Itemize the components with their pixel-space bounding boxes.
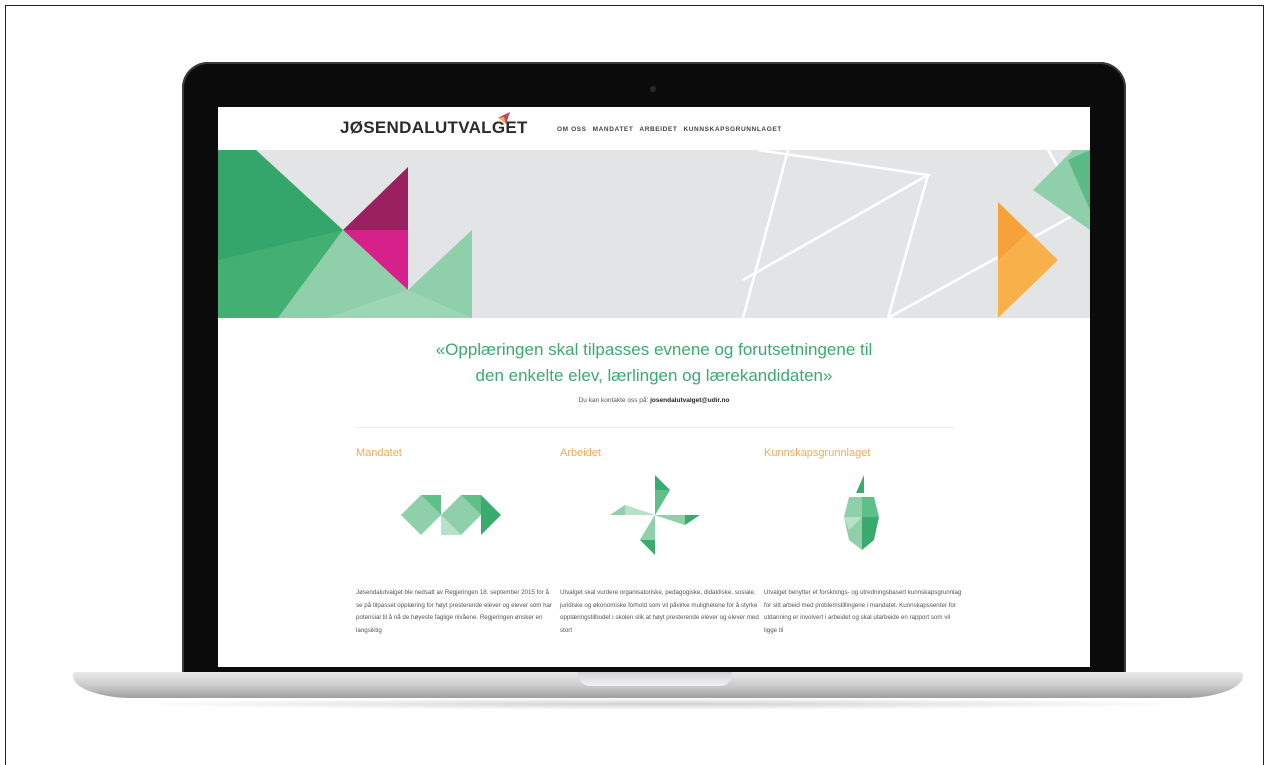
column-text-mandatet: Jøsendalutvalget ble nedsatt av Regjerin… [356, 589, 553, 634]
quote-line-1: «Opplæringen skal tilpasses evnene og fo… [435, 340, 873, 359]
hero-white-lines [741, 150, 1085, 318]
laptop-notch [578, 672, 732, 686]
laptop-shadow [110, 698, 1210, 710]
logo-mark-icon [498, 112, 510, 124]
column-title-arbeidet[interactable]: Arbeidet [560, 447, 750, 459]
hero-graphic [218, 150, 1090, 318]
nav-item-mandatet[interactable]: MANDATET [593, 126, 634, 133]
nav-item-arbeidet[interactable]: ARBEIDET [639, 126, 677, 133]
column-title-kunnskapsgrunnlaget[interactable]: Kunnskapsgrunnlaget [764, 447, 954, 459]
column-mandatet: Mandatet Jøsendalutvalget ble nedsatt av… [356, 447, 552, 634]
hero-purple-triangle [343, 167, 408, 230]
nav-item-kunnskapsgrunnlaget[interactable]: KUNNSKAPSGRUNNLAGET [683, 126, 781, 133]
quote-line-2: den enkelte elev, lærlingen og lærekandi… [475, 366, 833, 385]
column-title-mandatet[interactable]: Mandatet [356, 447, 546, 459]
contact-prefix: Du kan kontakte oss på: [578, 397, 651, 404]
hero-banner [218, 150, 1090, 318]
site-header: JØSENDALUTVALGET OM OSS MANDATET ARBEIDE… [218, 107, 1090, 150]
column-text-arbeidet: Utvalget skal vurdere organisatoriske, p… [560, 589, 759, 634]
pinwheel-icon [610, 475, 700, 555]
column-arbeidet: Arbeidet Utvalget skal vurdere organisat… [560, 447, 759, 634]
laptop-screen: JØSENDALUTVALGET OM OSS MANDATET ARBEIDE… [218, 107, 1090, 667]
column-text-kunnskapsgrunnlaget: Utvalget benytter et forsknings- og utre… [764, 589, 962, 634]
m-shape-icon [401, 495, 501, 535]
section-divider [356, 427, 954, 428]
apple-icon [844, 475, 879, 550]
contact-line: Du kan kontakte oss på: josendalutvalget… [318, 397, 990, 404]
nav-item-om-oss[interactable]: OM OSS [557, 126, 587, 133]
hero-quote: «Opplæringen skal tilpasses evnene og fo… [318, 337, 990, 389]
column-kunnskapsgrunnlaget: Kunnskapsgrunnlaget Utvalget benytter et… [764, 447, 961, 634]
contact-email-link[interactable]: josendalutvalget@udir.no [650, 397, 729, 404]
camera-icon [650, 86, 656, 92]
main-nav: OM OSS MANDATET ARBEIDET KUNNSKAPSGRUNNL… [557, 126, 782, 133]
